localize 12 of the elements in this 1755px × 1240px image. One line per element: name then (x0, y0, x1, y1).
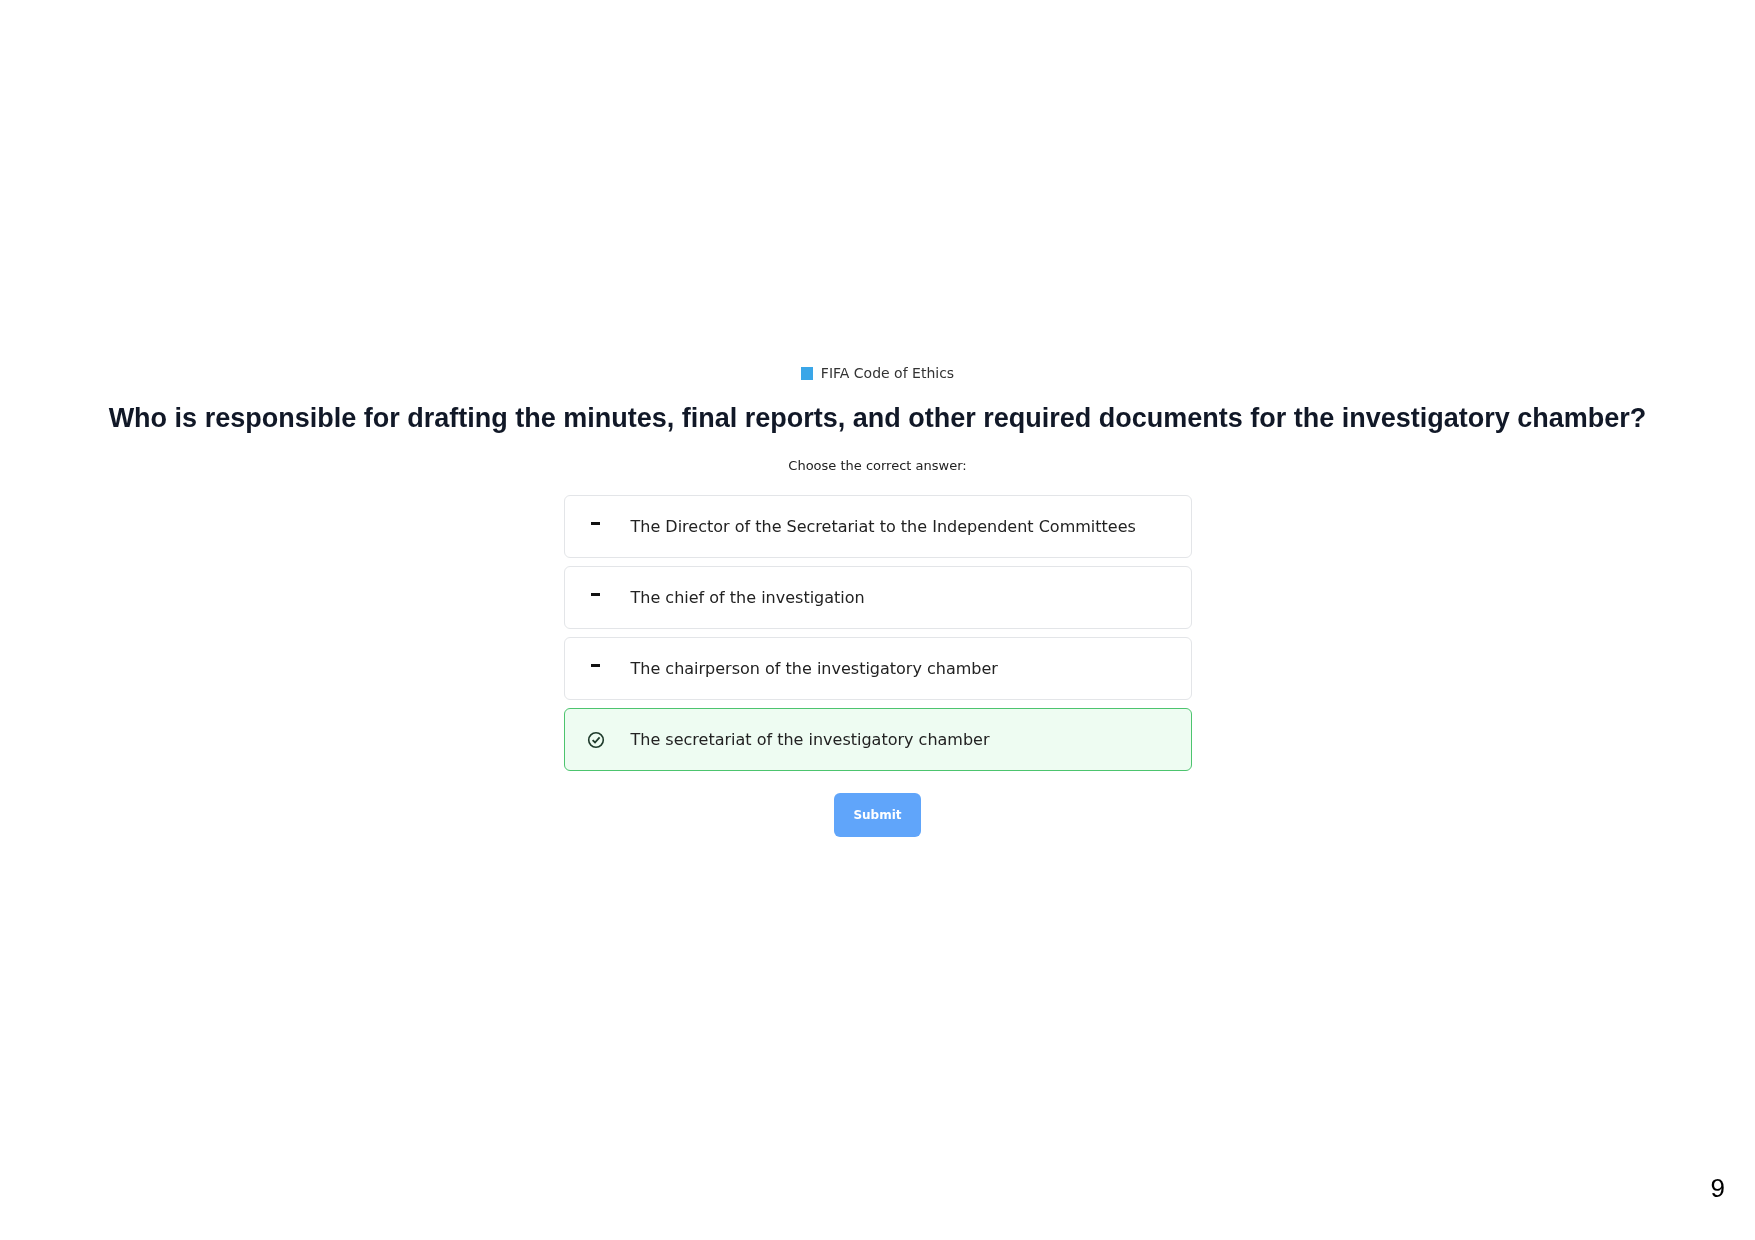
dash-icon (590, 664, 600, 667)
answer-option[interactable]: The chairperson of the investigatory chamber (563, 637, 1192, 700)
page-number: 9 (1710, 1173, 1725, 1204)
source-label: FIFA Code of Ethics (820, 365, 955, 381)
dash-icon (590, 593, 600, 596)
instruction-text: Choose the correct answer: (788, 458, 967, 473)
answer-option[interactable]: The chief of the investigation (563, 566, 1192, 629)
answer-option[interactable]: The secretariat of the investigatory chamber (563, 708, 1192, 771)
answer-option[interactable]: The Director of the Secretariat to the Independent Committees (563, 495, 1192, 558)
dash-icon (590, 522, 600, 525)
question-title: Who is responsible for drafting the minutes, final reports, and other required documents for the investigatory chamber? (108, 403, 1647, 434)
check-circle-icon (586, 730, 605, 749)
